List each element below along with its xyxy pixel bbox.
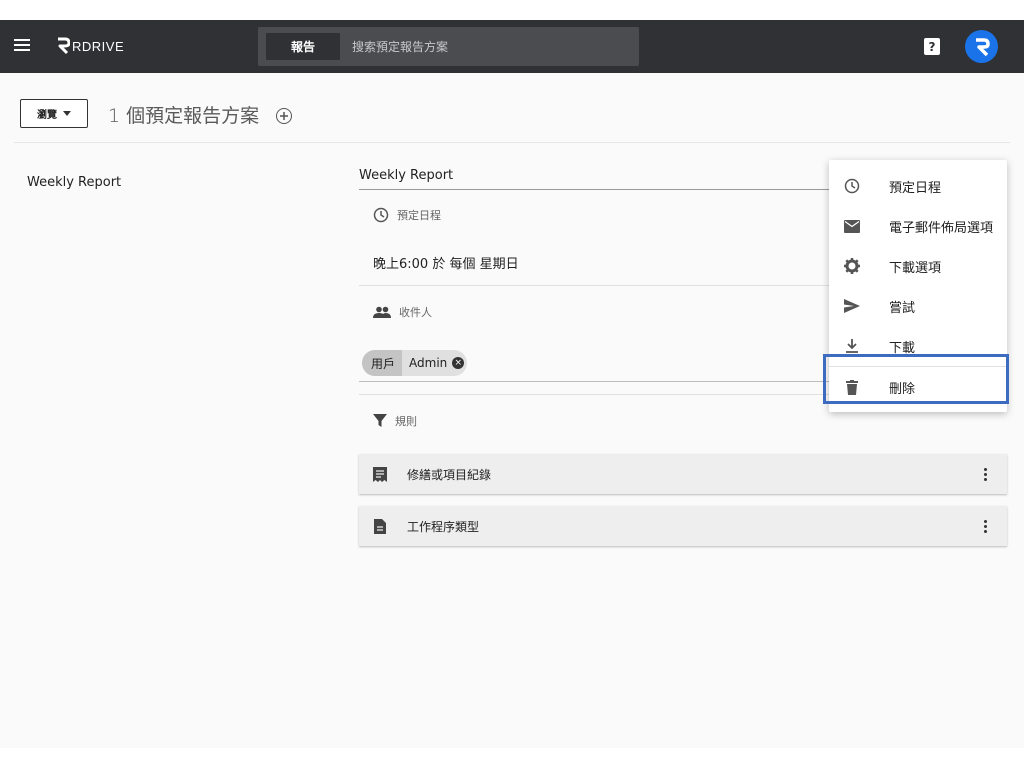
download-icon <box>844 338 860 354</box>
schedule-section-header: 預定日程 <box>373 207 441 223</box>
menu-label: 下載 <box>889 340 916 356</box>
browse-label: 瀏覽 <box>37 110 57 121</box>
app-logo[interactable]: RDRIVE <box>56 36 124 56</box>
avatar-logo-icon <box>975 37 990 56</box>
recipients-underline <box>359 381 829 382</box>
rule-row[interactable]: 修繕或項目紀錄 <box>359 454 1007 494</box>
more-vert-icon[interactable] <box>975 467 995 481</box>
clock-icon <box>373 207 389 223</box>
more-vert-icon[interactable] <box>975 519 995 533</box>
header-divider <box>14 142 1010 143</box>
recipient-name: Admin <box>409 356 448 370</box>
recipients-heading: 收件人 <box>399 306 432 319</box>
mail-icon <box>844 218 860 234</box>
divider <box>359 285 829 286</box>
name-field-underline <box>359 189 829 190</box>
send-icon <box>844 298 860 314</box>
help-icon[interactable]: ? <box>924 38 940 55</box>
recipients-section-header: 收件人 <box>373 304 432 320</box>
clock-icon <box>844 178 860 194</box>
menu-label: 嘗試 <box>889 300 916 316</box>
menu-label: 下載選項 <box>889 260 942 276</box>
highlight-box <box>823 354 1009 404</box>
main-content: 瀏覽 1 個預定報告方案 Weekly Report Weekly Report… <box>0 73 1024 748</box>
menu-item-schedule[interactable]: 預定日程 <box>829 166 1007 206</box>
menu-label: 預定日程 <box>889 180 942 196</box>
rules-section-header: 規則 <box>373 413 417 429</box>
report-name-field[interactable]: Weekly Report <box>359 168 453 183</box>
search-bar: 報告 <box>258 27 639 66</box>
hamburger-menu-icon[interactable] <box>14 39 30 53</box>
schedule-text[interactable]: 晚上6:00 於 每個 星期日 <box>373 253 519 272</box>
schedule-heading: 預定日程 <box>397 209 441 222</box>
logo-text: RDRIVE <box>72 38 125 54</box>
recipient-chip[interactable]: 用戶 Admin × <box>362 350 467 376</box>
menu-label: 電子郵件佈局選項 <box>889 220 994 236</box>
search-scope-tab[interactable]: 報告 <box>266 33 340 60</box>
rule-label: 修繕或項目紀錄 <box>407 467 492 482</box>
receipt-icon <box>373 466 387 482</box>
remove-chip-icon[interactable]: × <box>452 357 465 369</box>
divider <box>359 394 829 395</box>
recipient-type: 用戶 <box>362 350 403 376</box>
filter-icon <box>373 414 387 427</box>
add-circle-icon[interactable] <box>276 108 292 124</box>
caret-down-icon <box>63 111 71 116</box>
menu-item-try[interactable]: 嘗試 <box>829 286 1007 326</box>
list-item[interactable]: Weekly Report <box>27 175 121 190</box>
rule-row[interactable]: 工作程序類型 <box>359 506 1007 546</box>
search-input[interactable] <box>352 33 632 60</box>
people-icon <box>373 306 391 318</box>
top-app-bar: RDRIVE 報告 ? <box>0 20 1024 73</box>
rule-label: 工作程序類型 <box>407 519 480 534</box>
avatar[interactable] <box>965 30 998 63</box>
menu-item-email-layout[interactable]: 電子郵件佈局選項 <box>829 206 1007 246</box>
menu-item-download-options[interactable]: 下載選項 <box>829 246 1007 286</box>
page-title: 1 個預定報告方案 <box>108 105 260 127</box>
document-icon <box>374 518 386 534</box>
logo-mark-icon <box>58 37 70 55</box>
gear-icon <box>844 258 860 274</box>
rules-heading: 規則 <box>395 415 417 428</box>
browse-dropdown-button[interactable]: 瀏覽 <box>20 99 88 128</box>
